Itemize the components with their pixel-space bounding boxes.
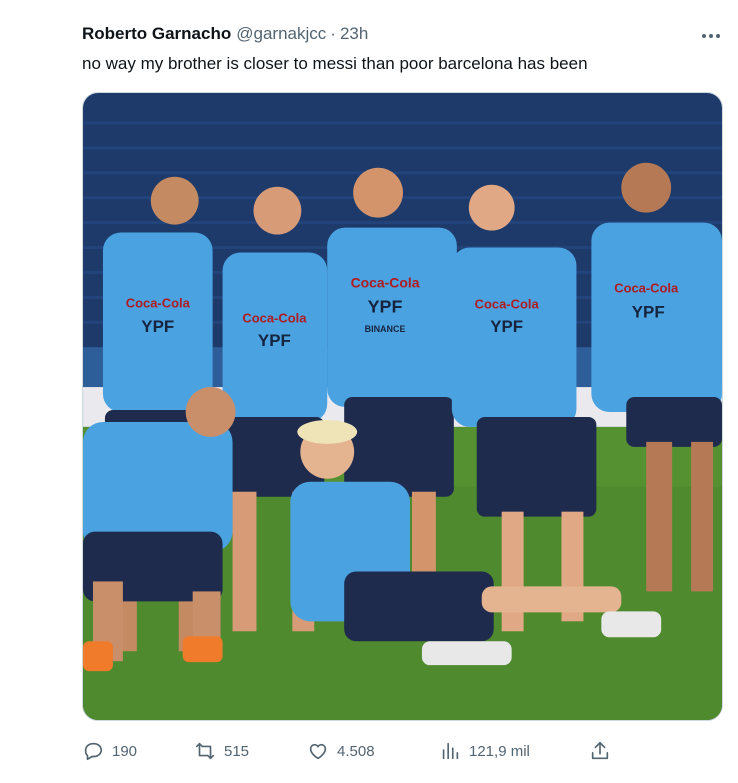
svg-text:YPF: YPF	[141, 317, 174, 336]
share-icon	[591, 741, 609, 760]
reply-button[interactable]: 190	[82, 738, 137, 764]
svg-text:YPF: YPF	[490, 317, 523, 336]
timestamp[interactable]: 23h	[340, 24, 368, 44]
svg-text:Coca-Cola: Coca-Cola	[475, 296, 540, 311]
svg-text:YPF: YPF	[368, 296, 403, 316]
share-button[interactable]	[589, 738, 611, 764]
author-name[interactable]: Roberto Garnacho	[82, 24, 231, 44]
like-count: 4.508	[337, 742, 375, 760]
svg-text:Coca-Cola: Coca-Cola	[614, 280, 679, 295]
svg-text:YPF: YPF	[258, 331, 291, 350]
tweet-actions: 190 515 4.508 121,9 mil	[82, 738, 622, 764]
like-button[interactable]: 4.508	[307, 738, 375, 764]
more-horizontal-icon[interactable]	[698, 26, 724, 46]
svg-text:Coca-Cola: Coca-Cola	[242, 310, 307, 325]
views-button[interactable]: 121,9 mil	[439, 738, 530, 764]
svg-text:BINANCE: BINANCE	[365, 324, 406, 334]
views-count: 121,9 mil	[469, 742, 530, 760]
reply-icon	[84, 742, 103, 761]
tweet-photo[interactable]: Coca-Cola YPF Coca-Cola YPF Coca-Cola YP…	[82, 92, 723, 721]
repost-button[interactable]: 515	[194, 738, 249, 764]
reply-count: 190	[112, 742, 138, 760]
team-photo: Coca-Cola YPF Coca-Cola YPF Coca-Cola YP…	[83, 93, 722, 720]
svg-text:Coca-Cola: Coca-Cola	[351, 274, 420, 290]
repost-icon	[195, 742, 215, 760]
tweet: Roberto Garnacho @garnakjcc · 23h no way…	[0, 0, 738, 783]
heart-icon	[309, 743, 327, 760]
author-handle[interactable]: @garnakjcc	[236, 24, 326, 44]
svg-text:YPF: YPF	[632, 302, 665, 321]
separator-dot: ·	[330, 24, 336, 43]
tweet-text: no way my brother is closer to messi tha…	[82, 54, 588, 73]
repost-count: 515	[224, 742, 250, 760]
tweet-header: Roberto Garnacho @garnakjcc · 23h	[82, 24, 368, 46]
svg-text:Coca-Cola: Coca-Cola	[126, 295, 191, 310]
views-icon	[442, 742, 459, 760]
